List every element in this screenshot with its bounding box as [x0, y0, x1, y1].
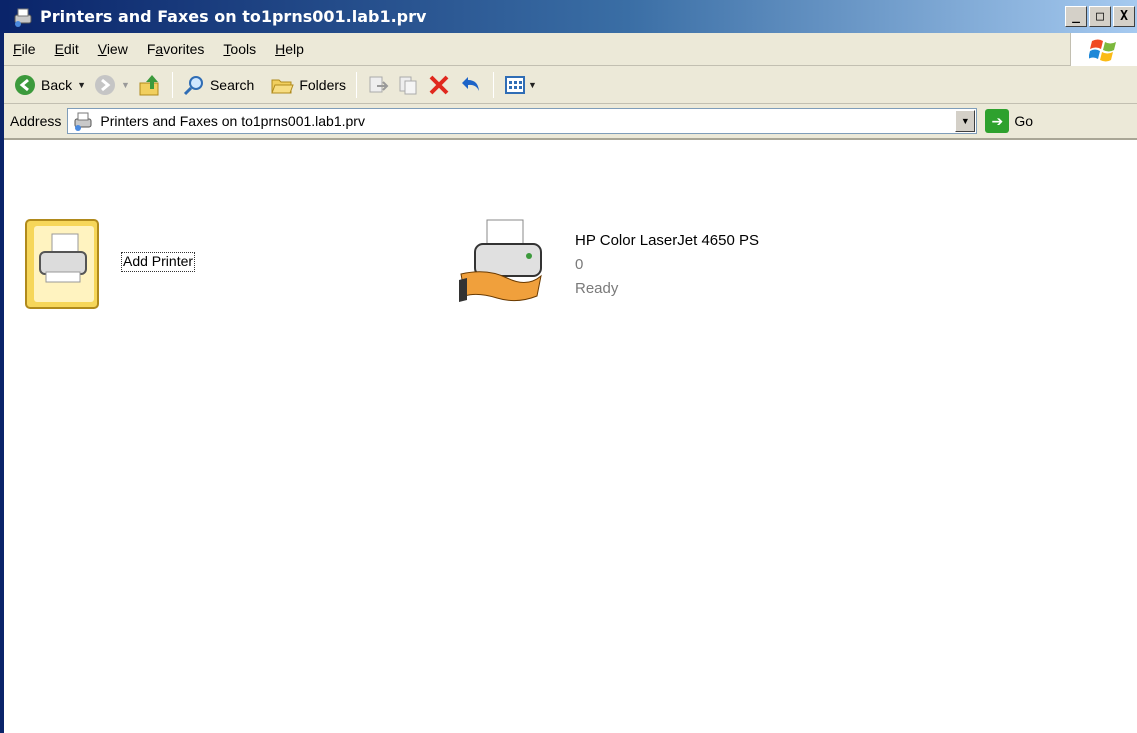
menu-view[interactable]: View — [89, 41, 138, 57]
undo-icon — [462, 76, 480, 91]
printer-job-count: 0 — [575, 256, 584, 273]
address-input[interactable]: Printers and Faxes on to1prns001.lab1.pr… — [67, 108, 978, 134]
shared-printer-icon — [459, 219, 542, 302]
minimize-button[interactable]: _ — [1065, 6, 1087, 27]
back-arrow-icon — [15, 74, 35, 95]
back-dropdown-icon[interactable]: ▼ — [77, 80, 86, 90]
menu-tools[interactable]: Tools — [214, 41, 266, 57]
address-bar: Address Printers and Faxes on to1prns001… — [4, 104, 1137, 140]
copy-to-icon — [399, 76, 417, 94]
folders-button[interactable]: Folders — [266, 70, 350, 100]
menu-file-label: File — [13, 41, 36, 57]
windows-logo-icon — [1070, 33, 1137, 66]
printer-folder-icon — [74, 112, 92, 131]
views-button[interactable]: ▼ — [500, 70, 541, 100]
forward-button[interactable]: ▼ — [90, 70, 134, 100]
copy-to-button[interactable] — [393, 70, 423, 100]
back-label: Back — [41, 76, 73, 93]
forward-arrow-icon — [95, 74, 116, 95]
printer-name: HP Color LaserJet 4650 PS — [575, 232, 759, 249]
toolbar-separator — [356, 71, 358, 98]
menu-bar: File Edit View Favorites Tools Help — [4, 33, 1137, 66]
address-label: Address — [10, 113, 62, 129]
maximize-button[interactable]: □ — [1089, 6, 1111, 27]
menu-edit-label: Edit — [54, 41, 79, 57]
menu-view-label: View — [97, 41, 128, 57]
address-value: Printers and Faxes on to1prns001.lab1.pr… — [100, 113, 365, 129]
printer-folder-icon — [14, 8, 32, 27]
title-bar[interactable]: Printers and Faxes on to1prns001.lab1.pr… — [4, 0, 1137, 33]
go-button[interactable]: ➔ Go — [985, 109, 1033, 133]
toolbar-separator — [493, 71, 495, 98]
undo-button[interactable] — [455, 70, 487, 100]
address-dropdown-icon[interactable]: ▼ — [955, 110, 976, 132]
up-folder-icon — [139, 74, 159, 95]
forward-dropdown-icon[interactable]: ▼ — [121, 80, 130, 90]
views-grid-icon — [505, 75, 526, 94]
menu-favorites[interactable]: Favorites — [138, 41, 215, 57]
window-title: Printers and Faxes on to1prns001.lab1.pr… — [40, 7, 427, 26]
close-button[interactable]: X — [1113, 6, 1135, 27]
views-dropdown-icon[interactable]: ▼ — [528, 80, 537, 90]
menu-edit[interactable]: Edit — [46, 41, 89, 57]
menu-file[interactable]: File — [4, 41, 46, 57]
delete-x-icon — [429, 75, 449, 94]
printer-item[interactable]: HP Color LaserJet 4650 PS 0 Ready — [457, 216, 759, 306]
go-arrow-icon: ➔ — [985, 109, 1010, 133]
search-button[interactable]: Search — [179, 70, 258, 100]
folders-icon — [271, 79, 295, 93]
menu-help-label: Help — [275, 41, 304, 57]
add-printer-icon — [25, 219, 99, 309]
go-label: Go — [1014, 113, 1034, 129]
printer-status: Ready — [575, 280, 619, 297]
menu-help[interactable]: Help — [266, 41, 314, 57]
move-to-button[interactable] — [363, 70, 393, 100]
file-view: Add Printer HP Color LaserJet 4650 PS 0 … — [4, 140, 1137, 733]
search-icon — [183, 75, 203, 95]
menu-tools-label: Tools — [223, 41, 257, 57]
toolbar-separator — [171, 71, 173, 98]
delete-button[interactable] — [423, 70, 455, 100]
add-printer-label: Add Printer — [120, 252, 196, 272]
add-printer-item[interactable]: Add Printer — [22, 216, 196, 312]
folders-label: Folders — [299, 76, 347, 93]
up-folder-button[interactable] — [134, 70, 166, 100]
search-label: Search — [209, 76, 255, 93]
move-to-icon — [369, 76, 389, 92]
back-button[interactable]: Back ▼ — [10, 70, 90, 100]
explorer-window: Printers and Faxes on to1prns001.lab1.pr… — [0, 0, 1137, 733]
toolbar: Back ▼ ▼ Search Folders ▼ — [4, 66, 1137, 104]
menu-favorites-label: Favorites — [146, 41, 205, 57]
